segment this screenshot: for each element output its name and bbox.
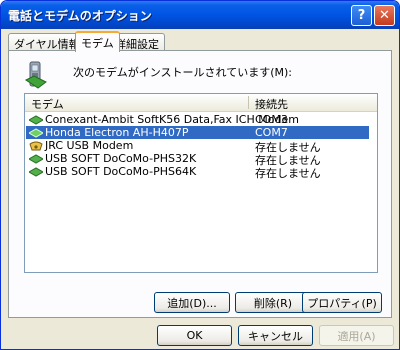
cancel-button[interactable]: キャンセル xyxy=(238,325,313,346)
modem-row-selected[interactable]: Honda Electron AH-H407P COM7 xyxy=(26,126,369,139)
modem-name: USB SOFT DoCoMo-PHS64K xyxy=(45,165,197,178)
window-title: 電話とモデムのオプション xyxy=(8,9,152,23)
add-button[interactable]: 追加(D)... xyxy=(154,292,230,313)
tab-modems[interactable]: モデム xyxy=(75,31,120,52)
modem-row[interactable]: USB SOFT DoCoMo-PHS32K 存在しません xyxy=(26,152,369,167)
properties-button[interactable]: プロパティ(P) xyxy=(302,292,382,313)
modem-name: JRC USB Modem xyxy=(45,139,134,152)
column-header-modem[interactable]: モデム xyxy=(31,96,64,112)
title-bar[interactable]: 電話とモデムのオプション ? ✕ xyxy=(1,1,399,29)
modem-port: COM3 xyxy=(255,113,288,126)
help-icon: ? xyxy=(357,8,366,23)
modem-row[interactable]: USB SOFT DoCoMo-PHS64K 存在しません xyxy=(26,165,369,180)
modem-row[interactable]: Conexant-Ambit SoftK56 Data,Fax ICH Mode… xyxy=(26,113,369,126)
modem-list[interactable]: モデム 接続先 Conexant-Ambit SoftK56 Data,Fax … xyxy=(24,93,378,273)
close-icon: ✕ xyxy=(379,8,390,23)
help-button[interactable]: ? xyxy=(351,5,372,26)
phone-icon xyxy=(29,141,43,151)
column-divider[interactable] xyxy=(248,96,249,109)
modem-name: Honda Electron AH-H407P xyxy=(45,126,189,139)
modem-icon xyxy=(29,128,43,138)
modem-icon xyxy=(29,167,43,177)
apply-button[interactable]: 適用(A) xyxy=(319,325,394,346)
list-header: モデム 接続先 xyxy=(25,94,377,112)
modem-port: COM7 xyxy=(255,126,288,139)
modem-name: USB SOFT DoCoMo-PHS32K xyxy=(45,152,197,165)
modem-icon xyxy=(29,154,43,164)
modem-icon xyxy=(29,115,43,125)
modem-row[interactable]: JRC USB Modem 存在しません xyxy=(26,139,369,154)
close-button[interactable]: ✕ xyxy=(374,5,395,26)
ok-button[interactable]: OK xyxy=(157,325,232,346)
remove-button[interactable]: 削除(R) xyxy=(235,292,311,313)
modem-port: 存在しません xyxy=(255,167,321,180)
modems-panel: 次のモデムがインストールされています(M): モデム 接続先 Conexant-… xyxy=(8,50,392,318)
phone-modem-options-dialog: 電話とモデムのオプション ? ✕ ダイヤル情報 モデム 詳細設定 次のモデムがイ… xyxy=(0,0,400,350)
column-header-port[interactable]: 接続先 xyxy=(255,96,288,112)
phone-modem-icon xyxy=(25,61,47,89)
installed-modems-label: 次のモデムがインストールされています(M): xyxy=(73,66,293,79)
